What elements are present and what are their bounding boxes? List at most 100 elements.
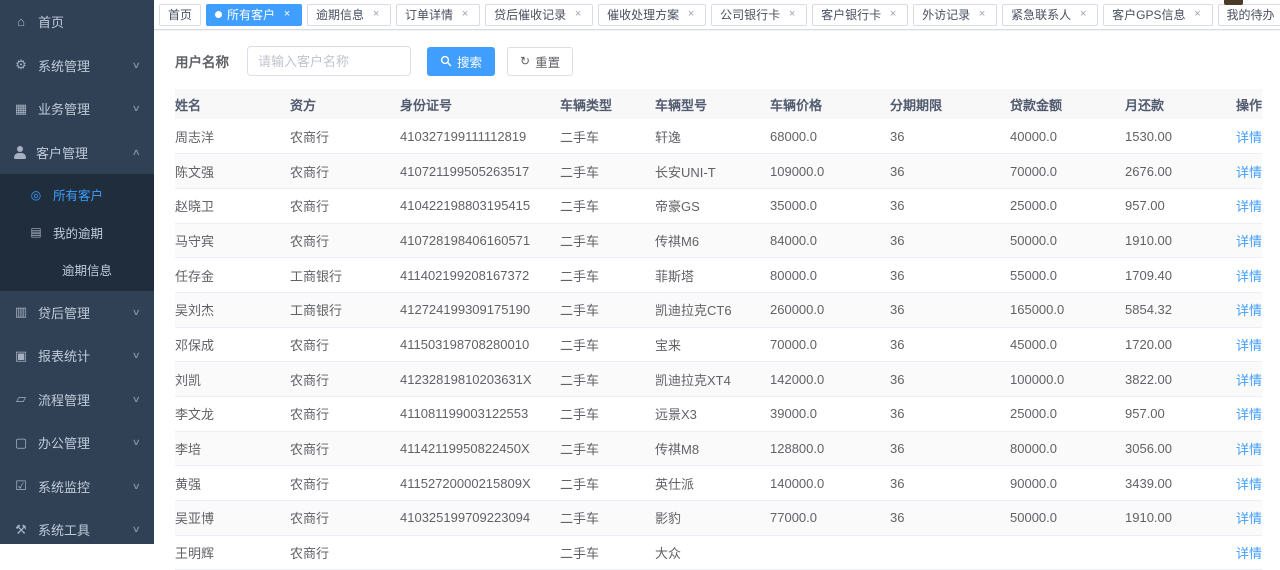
cell-funder: 农商行 <box>290 223 400 258</box>
tab-collection-records[interactable]: 贷后催收记录 × <box>485 4 593 26</box>
detail-link[interactable]: 详情 <box>1236 303 1262 318</box>
detail-link[interactable]: 详情 <box>1236 511 1262 526</box>
detail-link[interactable]: 详情 <box>1236 546 1262 561</box>
cell-vehicle-model: 凯迪拉克CT6 <box>655 292 770 327</box>
search-icon <box>440 55 452 67</box>
gear-icon: ⚙ <box>13 57 29 73</box>
cell-loan-amount: 100000.0 <box>1010 362 1125 397</box>
cell-vehicle-type: 二手车 <box>560 431 655 466</box>
detail-link[interactable]: 详情 <box>1236 373 1262 388</box>
close-icon[interactable]: × <box>370 9 382 20</box>
table-row: 吴亚博 农商行 410325199709223094 二手车 影豹 77000.… <box>175 501 1262 536</box>
detail-link[interactable]: 详情 <box>1236 199 1262 214</box>
cell-vehicle-type: 二手车 <box>560 327 655 362</box>
sidebar-item-monitor[interactable]: ☑ 系统监控 ∨ <box>0 465 154 509</box>
detail-link[interactable]: 详情 <box>1236 442 1262 457</box>
table-header-row: 姓名资方身份证号车辆类型车辆型号车辆价格分期期限贷款金额月还款操作 <box>175 89 1262 119</box>
sidebar-item-tools[interactable]: ⚒ 系统工具 ∨ <box>0 508 154 544</box>
sidebar-subitem-all-customers[interactable]: ◎ 所有客户 <box>0 176 154 214</box>
cell-vehicle-price: 128800.0 <box>770 431 890 466</box>
sidebar-item-reports[interactable]: ▣ 报表统计 ∨ <box>0 334 154 378</box>
table-row: 刘凯 农商行 41232819810203631X 二手车 凯迪拉克XT4 14… <box>175 362 1262 397</box>
sidebar-subitem-my-overdue[interactable]: ▤ 我的逾期 <box>0 214 154 252</box>
sidebar-item-system[interactable]: ⚙ 系统管理 ∨ <box>0 44 154 88</box>
cell-loan-amount: 80000.0 <box>1010 431 1125 466</box>
cell-funder: 农商行 <box>290 397 400 432</box>
sidebar-item-home[interactable]: ⌂ 首页 <box>0 0 154 44</box>
chevron-icon: ∨ <box>132 437 141 448</box>
cell-monthly-payment: 2676.00 <box>1125 154 1212 189</box>
cell-monthly-payment: 1910.00 <box>1125 223 1212 258</box>
main-content: 用户名称 搜索 ↻重置 姓名资方身份证号车辆类型车辆型号车辆价格分期期限贷款金额… <box>154 31 1280 544</box>
sidebar-item-post-loan[interactable]: ▥ 贷后管理 ∨ <box>0 291 154 335</box>
detail-link[interactable]: 详情 <box>1236 165 1262 180</box>
cell-monthly-payment: 957.00 <box>1125 188 1212 223</box>
close-icon[interactable]: × <box>786 9 798 20</box>
tab-emergency-contacts[interactable]: 紧急联系人 × <box>1002 4 1098 26</box>
detail-link[interactable]: 详情 <box>1236 477 1262 492</box>
tab-home[interactable]: 首页 <box>159 4 201 26</box>
chevron-icon: ∨ <box>132 60 141 71</box>
reset-button[interactable]: ↻重置 <box>507 47 573 76</box>
sidebar-item-business[interactable]: ▦ 业务管理 ∨ <box>0 87 154 131</box>
search-input[interactable] <box>247 46 411 76</box>
search-button[interactable]: 搜索 <box>427 47 495 76</box>
cell-vehicle-type: 二手车 <box>560 466 655 501</box>
detail-link[interactable]: 详情 <box>1236 338 1262 353</box>
tab-collection-plan[interactable]: 催收处理方案 × <box>598 4 706 26</box>
cell-funder: 工商银行 <box>290 292 400 327</box>
cell-funder: 农商行 <box>290 188 400 223</box>
sidebar-item-customer[interactable]: 客户管理 ∧ <box>0 131 154 175</box>
detail-link[interactable]: 详情 <box>1236 269 1262 284</box>
close-icon[interactable]: × <box>459 9 471 20</box>
tab-customer-bank-card[interactable]: 客户银行卡 × <box>812 4 908 26</box>
user-icon <box>13 146 27 159</box>
table-row: 赵晓卫 农商行 410422198803195415 二手车 帝豪GS 3500… <box>175 188 1262 223</box>
overdue-icon: ▤ <box>28 225 44 239</box>
cell-funder: 农商行 <box>290 466 400 501</box>
cell-loan-amount: 90000.0 <box>1010 466 1125 501</box>
close-icon[interactable]: × <box>976 9 988 20</box>
detail-link[interactable]: 详情 <box>1236 130 1262 145</box>
cell-vehicle-model: 长安UNI-T <box>655 154 770 189</box>
cell-funder: 农商行 <box>290 327 400 362</box>
cell-id-number: 41142119950822450X <box>400 431 560 466</box>
cell-loan-amount: 25000.0 <box>1010 397 1125 432</box>
detail-link[interactable]: 详情 <box>1236 234 1262 249</box>
close-icon[interactable]: × <box>572 9 584 20</box>
cell-vehicle-type: 二手车 <box>560 397 655 432</box>
cell-name: 吴刘杰 <box>175 292 290 327</box>
cell-vehicle-type: 二手车 <box>560 292 655 327</box>
avatar[interactable] <box>1224 0 1243 5</box>
table-row: 马守宾 农商行 410728198406160571 二手车 传祺M6 8400… <box>175 223 1262 258</box>
column-header: 车辆价格 <box>770 89 890 119</box>
tab-my-todo[interactable]: 我的待办 × <box>1218 4 1280 26</box>
close-icon[interactable]: × <box>1192 9 1204 20</box>
tab-customer-gps[interactable]: 客户GPS信息 × <box>1103 4 1212 26</box>
cell-loan-amount: 70000.0 <box>1010 154 1125 189</box>
tab-overdue-info[interactable]: 逾期信息 × <box>307 4 391 26</box>
cell-vehicle-model: 大众 <box>655 535 770 570</box>
cell-name: 邓保成 <box>175 327 290 362</box>
cell-installment-term: 36 <box>890 327 1010 362</box>
tab-visit-records[interactable]: 外访记录 × <box>913 4 997 26</box>
cell-installment-term <box>890 535 1010 570</box>
tab-all-customers[interactable]: 所有客户 × <box>206 4 302 26</box>
sidebar-item-process[interactable]: ▱ 流程管理 ∨ <box>0 378 154 422</box>
cell-name: 陈文强 <box>175 154 290 189</box>
close-icon[interactable]: × <box>685 9 697 20</box>
sidebar-subitem-overdue-info[interactable]: 逾期信息 <box>0 251 154 289</box>
chevron-icon: ∨ <box>132 524 141 535</box>
close-icon[interactable]: × <box>887 9 899 20</box>
detail-link[interactable]: 详情 <box>1236 407 1262 422</box>
tab-company-bank-card[interactable]: 公司银行卡 × <box>711 4 807 26</box>
cell-vehicle-price: 68000.0 <box>770 119 890 154</box>
tools-icon: ⚒ <box>13 522 29 538</box>
cell-vehicle-price <box>770 535 890 570</box>
office-icon: ▢ <box>13 435 29 451</box>
close-icon[interactable]: × <box>281 9 293 20</box>
cell-funder: 农商行 <box>290 154 400 189</box>
tab-order-detail[interactable]: 订单详情 × <box>396 4 480 26</box>
close-icon[interactable]: × <box>1077 9 1089 20</box>
sidebar-item-office[interactable]: ▢ 办公管理 ∨ <box>0 421 154 465</box>
